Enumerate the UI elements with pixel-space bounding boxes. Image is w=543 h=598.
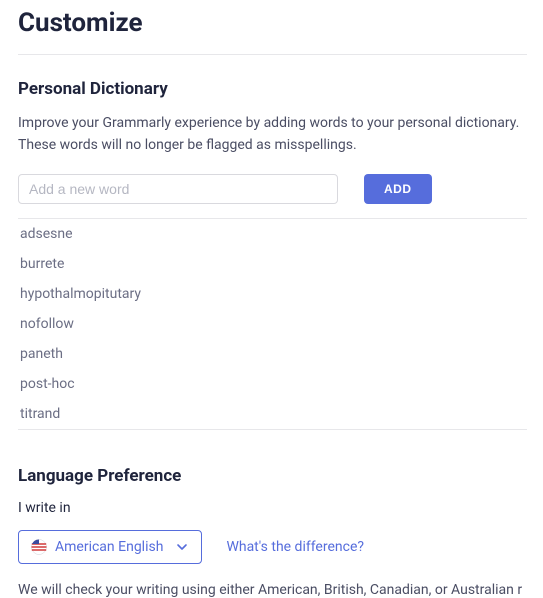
difference-link[interactable]: What's the difference? <box>226 539 364 555</box>
language-preference-section: Language Preference I write in American … <box>18 466 527 598</box>
word-list: adsesne burrete hypothalmopitutary nofol… <box>18 218 527 430</box>
add-button[interactable]: ADD <box>364 174 432 204</box>
list-item[interactable]: titrand <box>18 399 527 429</box>
language-preference-heading: Language Preference <box>18 466 527 486</box>
add-word-input[interactable] <box>18 174 338 204</box>
language-row: American English What's the difference? <box>18 530 527 564</box>
personal-dictionary-heading: Personal Dictionary <box>18 79 527 99</box>
list-item[interactable]: hypothalmopitutary <box>18 279 527 309</box>
personal-dictionary-description: Improve your Grammarly experience by add… <box>18 113 527 156</box>
chevron-down-icon <box>175 540 189 554</box>
add-word-row: ADD <box>18 174 527 204</box>
list-item[interactable]: burrete <box>18 249 527 279</box>
list-item[interactable]: nofollow <box>18 309 527 339</box>
personal-dictionary-section: Personal Dictionary Improve your Grammar… <box>18 79 527 430</box>
language-footer-text: We will check your writing using either … <box>18 582 527 598</box>
page-title: Customize <box>18 8 527 38</box>
language-subheading: I write in <box>18 500 527 516</box>
selected-language-label: American English <box>55 539 163 555</box>
list-item[interactable]: post-hoc <box>18 369 527 399</box>
list-item[interactable]: adsesne <box>18 219 527 249</box>
flag-icon <box>31 539 47 555</box>
list-item[interactable]: paneth <box>18 339 527 369</box>
language-dropdown[interactable]: American English <box>18 530 202 564</box>
title-divider <box>18 54 527 55</box>
